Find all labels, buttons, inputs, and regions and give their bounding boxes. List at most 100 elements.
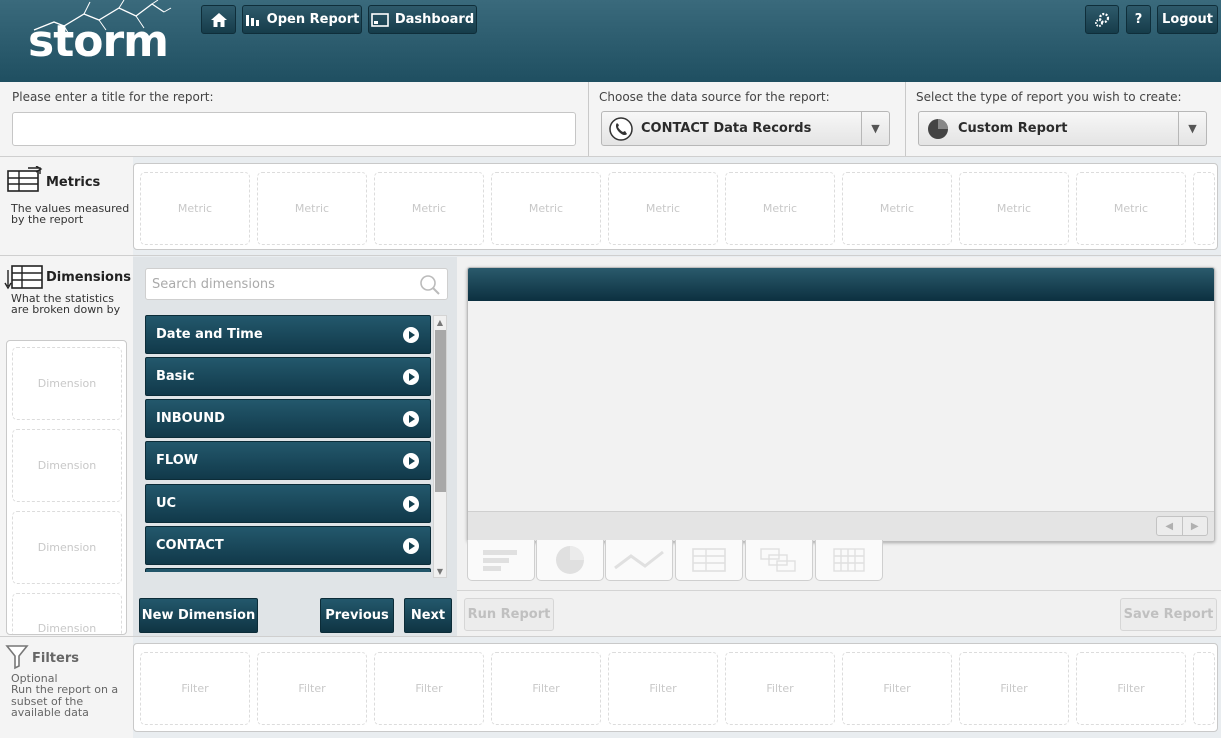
new-dimension-button[interactable]: New Dimension [139,598,258,633]
dimension-search-input[interactable] [152,273,412,295]
pager-prev-icon[interactable]: ◀ [1157,517,1182,535]
help-label: ? [1134,12,1143,27]
filter-slot[interactable]: Filter [140,652,250,725]
run-report-label: Run Report [467,607,551,622]
open-report-label: Open Report [266,12,360,27]
scroll-thumb[interactable] [435,330,446,492]
dimension-item-label: Date and Time [156,327,263,342]
report-title-input[interactable] [12,112,576,146]
chart-type-bar[interactable] [467,540,535,581]
dimension-item-label: UC [156,496,177,511]
metrics-dropzone[interactable]: Metric Metric Metric Metric Metric Metri… [133,163,1218,250]
chart-type-grid[interactable] [815,540,883,581]
chart-type-pie[interactable] [536,540,604,581]
data-source-value: CONTACT Data Records [641,121,812,136]
chart-type-grouped-table[interactable] [745,540,813,581]
metric-slot[interactable]: Metric [491,172,601,245]
dimension-slot[interactable]: Dimension [12,511,122,584]
dimension-slot[interactable]: Dimension [12,347,122,420]
dimensions-dropzone[interactable]: Dimension Dimension Dimension Dimension [6,340,127,635]
preview-header [468,268,1214,301]
filter-slot[interactable]: Filter [959,652,1069,725]
filter-slot[interactable]: Filter [491,652,601,725]
report-type-label: Select the type of report you wish to cr… [916,90,1182,104]
app-header: storm Open Report Dashboard ? Logout [0,0,1221,82]
dimension-item[interactable]: Basic [145,357,431,396]
scroll-down-icon[interactable]: ▼ [434,565,446,577]
metric-slot[interactable]: Metric [140,172,250,245]
gears-icon [1095,12,1110,27]
data-source-panel: Choose the data source for the report: C… [589,82,906,156]
scroll-up-icon[interactable]: ▲ [434,316,446,328]
help-button[interactable]: ? [1126,5,1151,34]
save-report-label: Save Report [1123,607,1214,622]
open-report-button[interactable]: Open Report [242,5,362,34]
dimension-item-label: FLOW [156,453,199,468]
play-circle-icon [403,327,419,343]
data-source-select[interactable]: CONTACT Data Records ▼ [601,111,890,146]
chart-type-line[interactable] [605,540,673,581]
filter-slot[interactable]: Filter [608,652,718,725]
dimension-item[interactable]: UC [145,484,431,523]
dimension-slot[interactable]: Dimension [12,429,122,502]
filter-slot[interactable]: Filter [725,652,835,725]
filters-dropzone[interactable]: Filter Filter Filter Filter Filter Filte… [133,643,1218,732]
home-icon [210,12,227,27]
filters-section: Filters Optional Run the report on a sub… [0,637,133,738]
divider [0,636,1221,637]
metric-slot[interactable]: Metric [842,172,952,245]
filter-slot[interactable] [1193,652,1215,725]
divider [0,156,1221,157]
metric-slot[interactable]: Metric [1076,172,1186,245]
dimension-chooser: Date and Time Basic INBOUND FLOW UC CONT… [133,257,457,636]
search-icon [420,275,440,295]
dimension-item[interactable]: Date and Time [145,315,431,354]
metric-slot[interactable]: Metric [257,172,367,245]
dimensions-icon [4,265,43,290]
filter-slot[interactable]: Filter [257,652,367,725]
filter-slot[interactable]: Filter [1076,652,1186,725]
line-chart-icon [614,550,664,570]
dimension-item[interactable] [145,568,431,572]
home-button[interactable] [201,5,236,34]
filters-desc-2: Run the report on a [11,683,119,696]
logout-label: Logout [1162,12,1213,27]
next-button[interactable]: Next [404,598,452,633]
dimension-item-label: CONTACT [156,538,224,553]
dimension-item-label: Basic [156,369,195,384]
filter-slot[interactable]: Filter [842,652,952,725]
metric-slot[interactable]: Metric [608,172,718,245]
next-label: Next [410,608,446,623]
report-type-panel: Select the type of report you wish to cr… [906,82,1221,156]
dashboard-button[interactable]: Dashboard [368,5,477,34]
play-circle-icon [403,369,419,385]
dimension-list-scrollbar[interactable]: ▲ ▼ [433,315,447,578]
report-preview: ◀ ▶ [467,267,1215,542]
preview-area: ◀ ▶ [457,257,1221,590]
report-type-select[interactable]: Custom Report ▼ [918,111,1207,146]
metric-slot[interactable]: Metric [725,172,835,245]
grid-icon [833,548,865,572]
bar-chart-icon [245,14,259,26]
save-report-button[interactable]: Save Report [1120,598,1217,631]
dimension-item[interactable]: FLOW [145,441,431,480]
metric-slot[interactable]: Metric [374,172,484,245]
report-action-bar: Run Report Save Report [457,590,1221,636]
metric-slot[interactable]: Metric [959,172,1069,245]
logout-button[interactable]: Logout [1157,5,1218,34]
dimension-slot[interactable]: Dimension [12,593,122,634]
metric-slot[interactable] [1193,172,1215,245]
chart-type-table[interactable] [675,540,743,581]
dimensions-desc-2: are broken down by [11,303,121,316]
previous-button[interactable]: Previous [320,598,394,633]
settings-button[interactable] [1085,5,1119,34]
dropdown-arrow-icon: ▼ [861,112,889,145]
logo-text: storm [28,16,169,67]
dimension-search-box[interactable] [145,268,448,300]
filter-slot[interactable]: Filter [374,652,484,725]
new-dimension-label: New Dimension [141,608,256,623]
dimension-item[interactable]: INBOUND [145,399,431,438]
pager-next-icon[interactable]: ▶ [1181,517,1208,535]
run-report-button[interactable]: Run Report [464,598,554,631]
dimension-item[interactable]: CONTACT [145,526,431,565]
